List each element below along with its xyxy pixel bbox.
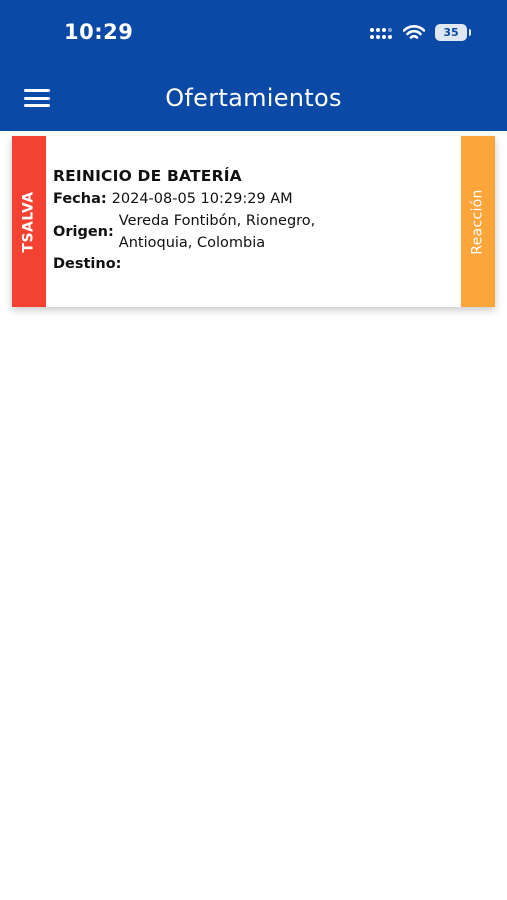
wifi-icon [403, 24, 425, 41]
reaction-button[interactable]: Reacción [461, 136, 495, 307]
signal-icon [369, 26, 393, 40]
offer-title: REINICIO DE BATERÍA [53, 167, 242, 185]
offer-card-body: REINICIO DE BATERÍA Fecha: 2024-08-05 10… [46, 136, 461, 307]
origen-label: Origen: [53, 223, 114, 240]
service-badge: TSALVA [12, 136, 46, 307]
origen-value: Vereda Fontibón, Rionegro, Antioquia, Co… [118, 213, 316, 251]
destino-label: Destino: [53, 256, 122, 272]
app-header: 10:29 35 Ofertamientos [0, 0, 507, 131]
battery-icon: 35 [435, 24, 471, 41]
offer-card[interactable]: TSALVA REINICIO DE BATERÍA Fecha: 2024-0… [12, 136, 495, 307]
screen: 10:29 35 Ofertamientos TSALVA REINICIO D… [0, 0, 507, 900]
service-badge-label: TSALVA [21, 190, 37, 253]
fecha-row: Fecha: 2024-08-05 10:29:29 AM [53, 189, 461, 210]
fecha-label: Fecha: [53, 191, 107, 207]
fecha-value: 2024-08-05 10:29:29 AM [111, 191, 293, 207]
page-title: Ofertamientos [165, 84, 342, 112]
destino-row: Destino: [53, 254, 461, 275]
status-time: 10:29 [64, 20, 134, 44]
origen-row: Origen: Vereda Fontibón, Rionegro, Antio… [53, 210, 461, 254]
status-icons: 35 [369, 24, 471, 41]
reaction-button-label: Reacción [470, 188, 487, 255]
